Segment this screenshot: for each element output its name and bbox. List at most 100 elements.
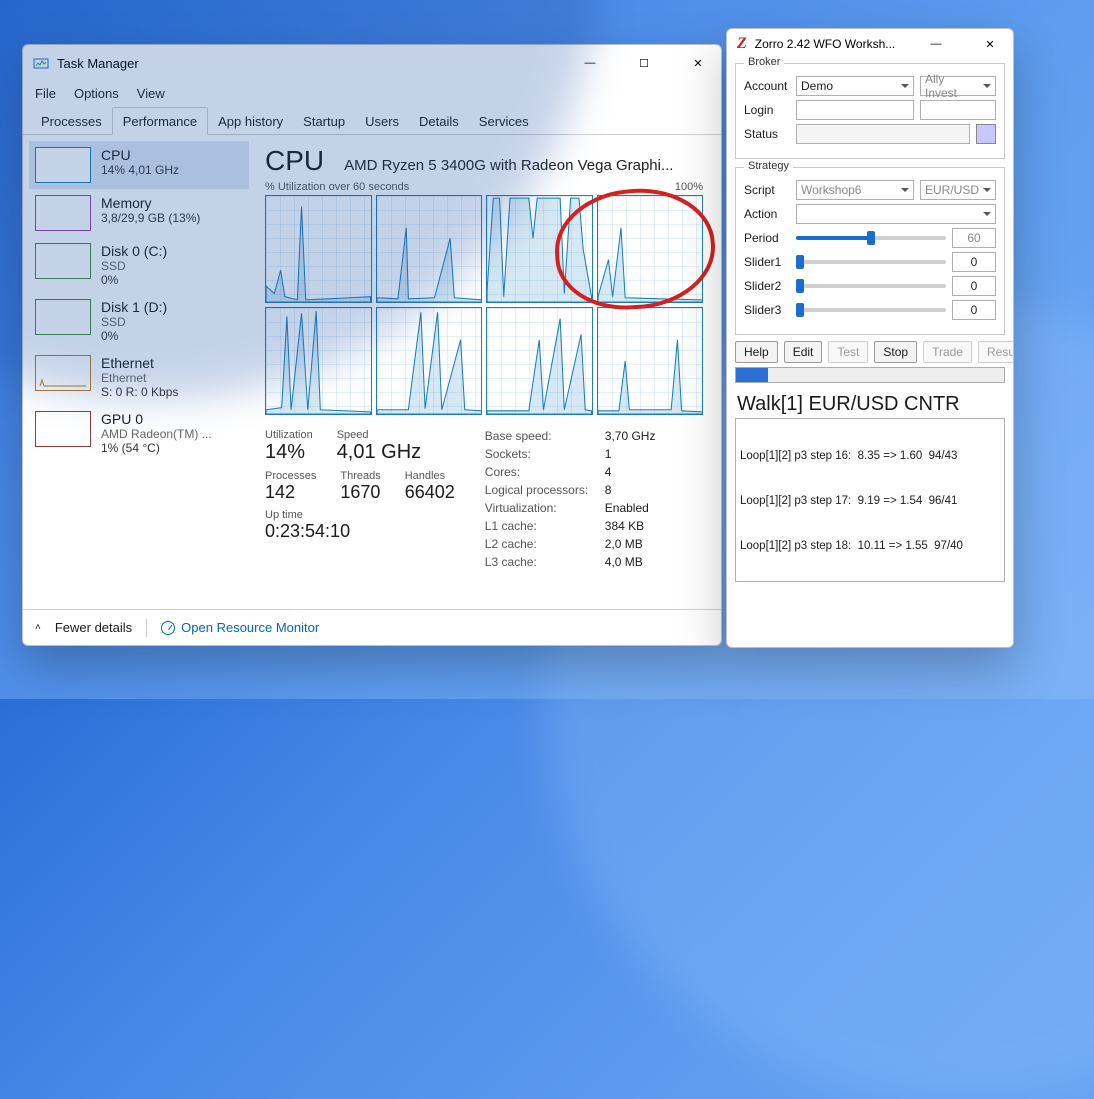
core-graph-1	[376, 195, 483, 303]
login-user-input[interactable]	[796, 100, 914, 120]
slider3-value[interactable]: 0	[952, 300, 996, 320]
lbl-period: Period	[744, 231, 790, 245]
sidebar-item-disk1[interactable]: Disk 1 (D:) SSD 0%	[29, 293, 249, 349]
sidebar-gpu-title: GPU 0	[101, 411, 212, 427]
tab-app-history[interactable]: App history	[208, 108, 293, 134]
tab-performance[interactable]: Performance	[112, 107, 208, 135]
zorro-progress	[735, 367, 1005, 383]
lbl-handles: Handles	[405, 470, 455, 482]
zr-titlebar[interactable]: Z Zorro 2.42 WFO Worksh... — ✕	[727, 29, 1013, 59]
asset-combo[interactable]: EUR/USD	[920, 180, 996, 200]
v-l1: 384 KB	[605, 519, 685, 533]
close-button[interactable]: ✕	[675, 47, 721, 79]
disk1-thumb-icon	[35, 299, 91, 335]
sidebar-gpu-sub: AMD Radeon(TM) ...	[101, 427, 212, 441]
sidebar-item-cpu[interactable]: CPU 14% 4,01 GHz	[29, 141, 249, 189]
trade-button[interactable]: Trade	[923, 341, 972, 363]
v-sockets: 1	[605, 447, 685, 461]
task-manager-icon	[33, 55, 49, 71]
sidebar-disk0-sub: SSD	[101, 259, 167, 273]
slider1-value[interactable]: 0	[952, 252, 996, 272]
tab-services[interactable]: Services	[469, 108, 539, 134]
maximize-button[interactable]: ☐	[621, 47, 667, 79]
period-value[interactable]: 60	[952, 228, 996, 248]
log-line: Loop[1][2] p3 step 17: 9.19 => 1.54 96/4…	[736, 494, 1004, 509]
stop-button[interactable]: Stop	[874, 341, 917, 363]
menu-options[interactable]: Options	[74, 86, 119, 101]
detail-title: CPU	[265, 145, 324, 177]
sidebar-mem-sub: 3,8/29,9 GB (13%)	[101, 211, 200, 225]
status-color-icon	[976, 124, 996, 144]
edit-button[interactable]: Edit	[784, 341, 823, 363]
strategy-group: Strategy Script Workshop6 EUR/USD Action…	[735, 167, 1005, 335]
broker-group-label: Broker	[744, 56, 784, 68]
help-button[interactable]: Help	[735, 341, 778, 363]
test-button[interactable]: Test	[828, 341, 868, 363]
zorro-icon: Z	[737, 35, 747, 53]
cpu-core-graphs	[265, 195, 703, 415]
tab-users[interactable]: Users	[355, 108, 409, 134]
broker-combo[interactable]: Ally Invest	[920, 76, 996, 96]
fewer-details-link[interactable]: Fewer details	[55, 620, 132, 635]
core-graph-5	[376, 307, 483, 415]
period-slider[interactable]	[796, 236, 946, 240]
graph-caption-left: % Utilization over 60 seconds	[265, 181, 409, 193]
k-l2: L2 cache:	[485, 537, 605, 551]
tm-titlebar[interactable]: Task Manager — ☐ ✕	[23, 45, 721, 81]
chevron-up-icon: ˄	[35, 622, 41, 633]
sidebar-disk1-sub: SSD	[101, 315, 167, 329]
core-graph-3	[597, 195, 704, 303]
lbl-threads: Threads	[340, 470, 380, 482]
tm-title: Task Manager	[57, 56, 139, 71]
k-base-speed: Base speed:	[485, 429, 605, 443]
sidebar-mem-title: Memory	[101, 195, 200, 211]
script-combo[interactable]: Workshop6	[796, 180, 914, 200]
gpu-thumb-icon	[35, 411, 91, 447]
sidebar-disk0-sub2: 0%	[101, 273, 167, 287]
sidebar-eth-title: Ethernet	[101, 355, 178, 371]
zr-close-button[interactable]: ✕	[967, 28, 1013, 60]
tab-processes[interactable]: Processes	[31, 108, 112, 134]
tab-startup[interactable]: Startup	[293, 108, 355, 134]
k-cores: Cores:	[485, 465, 605, 479]
sidebar-disk1-sub2: 0%	[101, 329, 167, 343]
sidebar-item-ethernet[interactable]: Ethernet Ethernet S: 0 R: 0 Kbps	[29, 349, 249, 405]
v-l3: 4,0 MB	[605, 555, 685, 569]
login-pass-input[interactable]	[920, 100, 996, 120]
tab-details[interactable]: Details	[409, 108, 469, 134]
memory-thumb-icon	[35, 195, 91, 231]
slider2[interactable]	[796, 284, 946, 288]
slider3[interactable]	[796, 308, 946, 312]
val-threads: 1670	[340, 482, 380, 503]
zr-title: Zorro 2.42 WFO Worksh...	[755, 37, 905, 51]
k-lproc: Logical processors:	[485, 483, 605, 497]
sidebar-item-disk0[interactable]: Disk 0 (C:) SSD 0%	[29, 237, 249, 293]
lbl-speed: Speed	[337, 429, 421, 441]
sidebar-eth-sub: Ethernet	[101, 371, 178, 385]
open-resource-monitor-link[interactable]: Open Resource Monitor	[161, 620, 319, 635]
lbl-login: Login	[744, 103, 790, 117]
lbl-utilization: Utilization	[265, 429, 313, 441]
tm-sidebar: CPU 14% 4,01 GHz Memory 3,8/29,9 GB (13%…	[23, 135, 255, 609]
sidebar-item-memory[interactable]: Memory 3,8/29,9 GB (13%)	[29, 189, 249, 237]
account-combo[interactable]: Demo	[796, 76, 914, 96]
zr-minimize-button[interactable]: —	[913, 28, 959, 60]
sidebar-cpu-title: CPU	[101, 147, 179, 163]
menu-view[interactable]: View	[137, 86, 165, 101]
core-graph-0	[265, 195, 372, 303]
zorro-log[interactable]: Loop[1][2] p3 step 16: 8.35 => 1.60 94/4…	[735, 418, 1005, 582]
core-graph-7	[597, 307, 704, 415]
minimize-button[interactable]: —	[567, 47, 613, 79]
sidebar-disk1-title: Disk 1 (D:)	[101, 299, 167, 315]
slider1[interactable]	[796, 260, 946, 264]
menu-file[interactable]: File	[35, 86, 56, 101]
action-combo[interactable]	[796, 204, 996, 224]
slider2-value[interactable]: 0	[952, 276, 996, 296]
result-button[interactable]: Result	[978, 341, 1014, 363]
sidebar-item-gpu[interactable]: GPU 0 AMD Radeon(TM) ... 1% (54 °C)	[29, 405, 249, 461]
lbl-account: Account	[744, 79, 790, 93]
val-uptime: 0:23:54:10	[265, 521, 455, 542]
core-graph-4	[265, 307, 372, 415]
task-manager-window: Task Manager — ☐ ✕ File Options View Pro…	[22, 44, 722, 646]
detail-model: AMD Ryzen 5 3400G with Radeon Vega Graph…	[344, 157, 703, 174]
